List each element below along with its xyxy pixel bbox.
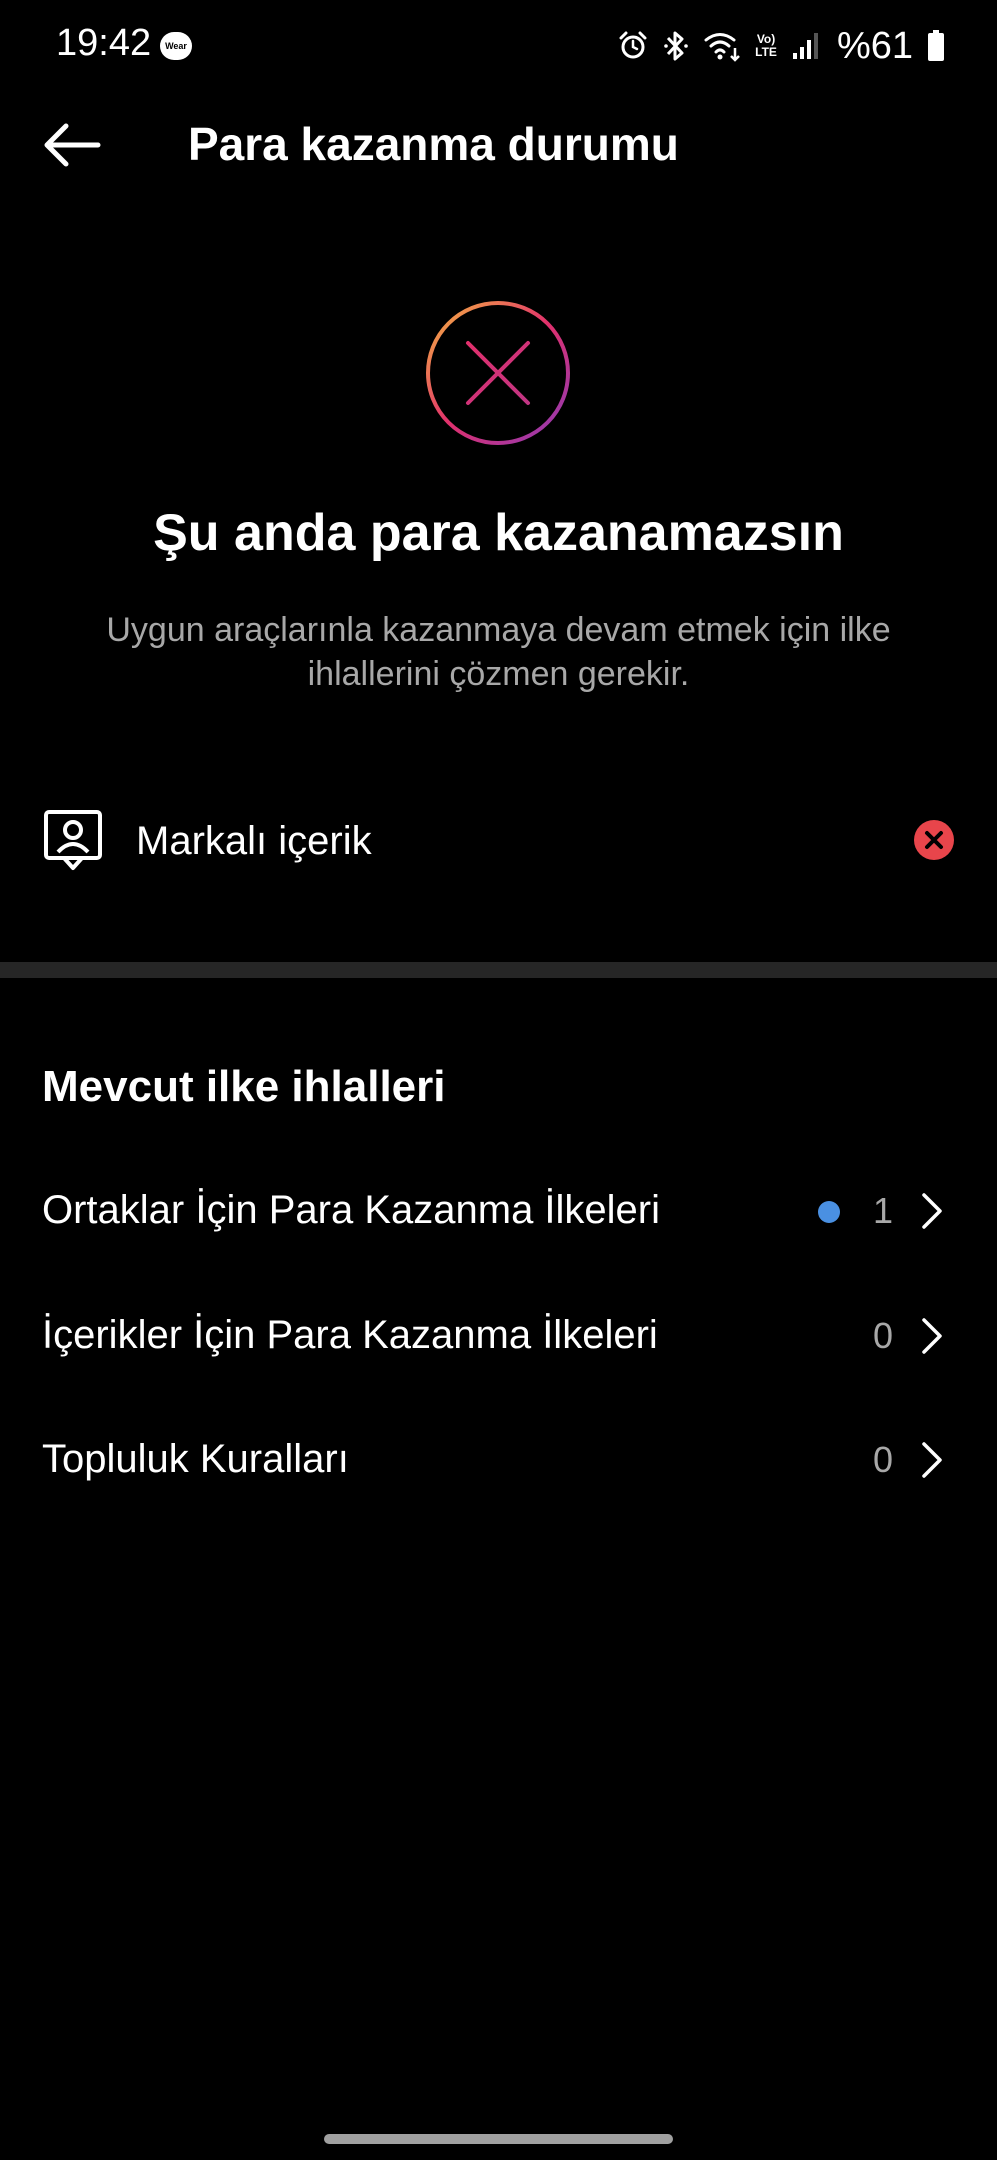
policy-count: 0: [872, 1439, 893, 1480]
policy-row-community-guidelines[interactable]: Topluluk Kuralları 0: [0, 1404, 997, 1514]
section-divider: [0, 962, 997, 978]
policy-row-partner-monetization[interactable]: Ortaklar İçin Para Kazanma İlkeleri 1: [0, 1155, 997, 1265]
branded-content-icon: [42, 808, 104, 872]
violations-section-title: Mevcut ilke ihlalleri: [42, 1062, 446, 1111]
volte-icon: Vo) LTE: [755, 33, 777, 59]
status-icons: Vo) LTE %61: [617, 18, 945, 74]
policy-label: İçerikler İçin Para Kazanma İlkeleri: [42, 1313, 658, 1357]
branded-content-row[interactable]: Markalı içerik: [0, 790, 997, 890]
chevron-right-icon: [922, 1193, 942, 1229]
policy-count: 1: [872, 1190, 893, 1231]
back-button[interactable]: [36, 114, 108, 176]
alarm-icon: [617, 30, 649, 62]
branded-content-label: Markalı içerik: [136, 819, 372, 863]
error-x-icon: [913, 819, 955, 861]
hero-subtitle: Uygun araçlarınla kazanmaya devam etmek …: [106, 611, 891, 693]
policy-row-content-monetization[interactable]: İçerikler İçin Para Kazanma İlkeleri 0: [0, 1280, 997, 1390]
signal-icon: [791, 31, 819, 61]
chevron-right-icon: [922, 1442, 942, 1478]
home-indicator[interactable]: [324, 2134, 673, 2144]
wear-badge: Wear: [160, 32, 192, 60]
policy-label: Ortaklar İçin Para Kazanma İlkeleri: [42, 1188, 661, 1232]
volte-top-label: Vo): [756, 32, 776, 46]
chevron-right-icon: [922, 1318, 942, 1354]
x-circle-gradient-icon: [425, 300, 571, 446]
policy-label: Topluluk Kuralları: [42, 1437, 349, 1481]
battery-percent: %61: [836, 24, 913, 67]
status-time: 19:42: [56, 22, 152, 64]
policy-count: 0: [872, 1315, 893, 1356]
hero-title: Şu anda para kazanamazsın: [153, 504, 844, 562]
unread-dot: [818, 1201, 840, 1223]
status-bar: 19:42 Wear Vo) LTE %61: [0, 0, 997, 92]
app-header: Para kazanma durumu: [0, 92, 997, 198]
wifi-icon: [703, 30, 741, 62]
battery-icon: [927, 30, 945, 62]
bluetooth-icon: [663, 29, 689, 63]
back-arrow-icon: [44, 123, 101, 167]
volte-bottom-label: LTE: [755, 45, 777, 59]
page-title: Para kazanma durumu: [188, 118, 679, 170]
